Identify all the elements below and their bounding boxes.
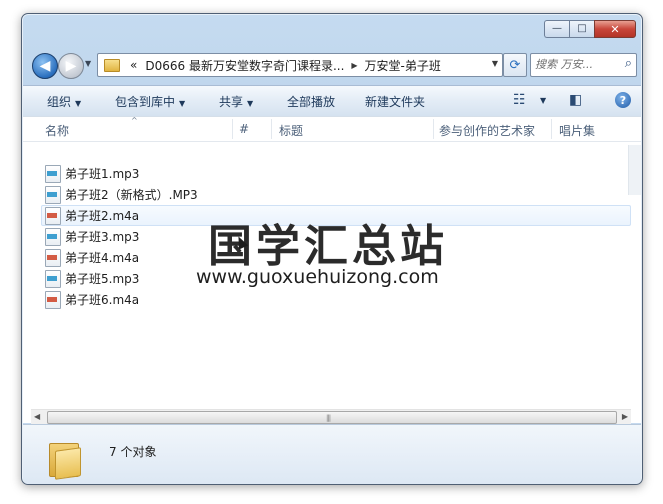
address-dropdown-icon[interactable]: ▼ [492,59,498,68]
column-header-album[interactable]: 唱片集 [559,122,595,139]
mp3-file-icon [45,227,61,246]
column-header-number[interactable]: # [239,122,249,136]
mp3-file-icon [45,269,61,288]
minimize-button[interactable]: — [544,20,569,38]
include-in-library-button[interactable]: 包含到库中 ▼ [115,93,185,110]
back-arrow-icon: ◀ [39,58,51,74]
file-name: 弟子班2（新格式）.MP3 [65,188,198,202]
breadcrumb-separator-icon[interactable]: ▶ [348,61,360,70]
view-dropdown-icon[interactable]: ▼ [540,96,546,105]
new-folder-button[interactable]: 新建文件夹 [365,93,425,110]
file-name: 弟子班4.m4a [65,251,140,265]
preview-pane-button[interactable]: ◧ [569,92,582,108]
column-divider[interactable] [551,119,552,139]
file-name: 弟子班1.mp3 [65,167,140,181]
breadcrumb-current[interactable]: 万安堂-弟子班 [361,57,445,74]
mp3-file-icon [45,164,61,183]
share-button[interactable]: 共享 ▼ [219,93,253,110]
file-name: 弟子班6.m4a [65,293,140,307]
navigation-bar: ◀ ▶ ▼ « D0666 最新万安堂数字奇门课程录... ▶ 万安堂-弟子班 … [29,50,637,80]
command-bar: 组织 ▼ 包含到库中 ▼ 共享 ▼ 全部播放 新建文件夹 ☷ ▼ ◧ ? [23,85,641,117]
column-divider[interactable] [271,119,272,139]
scroll-right-icon[interactable]: ▶ [622,412,628,421]
play-all-button[interactable]: 全部播放 [287,93,335,110]
column-header-artists[interactable]: 参与创作的艺术家 [439,122,535,139]
watermark-url: www.guoxuehuizong.com [196,266,439,288]
m4a-file-icon [45,206,61,225]
file-row[interactable]: 弟子班6.m4a [45,289,635,310]
refresh-icon: ⟳ [509,57,521,73]
details-pane: 7 个对象 [23,424,641,484]
back-button[interactable]: ◀ [32,53,58,79]
column-header-name[interactable]: 名称 [45,122,69,139]
help-icon: ? [619,93,627,107]
close-button[interactable]: ✕ [594,20,636,38]
change-view-button[interactable]: ☷ [513,92,526,108]
refresh-button[interactable]: ⟳ [503,53,527,77]
breadcrumb-parent[interactable]: D0666 最新万安堂数字奇门课程录... [141,57,348,74]
folder-icon [49,439,81,480]
caption-buttons: — □ ✕ [544,20,636,38]
item-count: 7 个对象 [109,445,157,459]
search-box[interactable]: ⌕ [530,53,637,77]
chevron-down-icon: ▼ [179,99,186,108]
column-divider[interactable] [433,119,434,139]
chevron-down-icon: ▼ [247,99,254,108]
recent-pages-dropdown[interactable]: ▼ [85,59,91,68]
help-button[interactable]: ? [615,92,631,108]
organize-button[interactable]: 组织 ▼ [47,93,81,110]
chevron-down-icon: ▼ [75,99,82,108]
forward-button[interactable]: ▶ [58,53,84,79]
address-bar[interactable]: « D0666 最新万安堂数字奇门课程录... ▶ 万安堂-弟子班 ▼ [97,53,503,77]
column-headers: 名称 ^ # 标题 参与创作的艺术家 唱片集 [23,116,641,142]
search-icon[interactable]: ⌕ [625,56,632,71]
mp3-file-icon [45,185,61,204]
scrollbar-thumb[interactable]: ||| [47,411,617,424]
share-label: 共享 [219,95,244,109]
folder-icon [104,58,120,72]
column-divider[interactable] [232,119,233,139]
search-input[interactable] [535,56,611,72]
scroll-left-icon[interactable]: ◀ [34,412,40,421]
organize-label: 组织 [47,95,72,109]
column-header-title[interactable]: 标题 [279,122,303,139]
m4a-file-icon [45,248,61,267]
file-name: 弟子班3.mp3 [65,230,140,244]
file-row[interactable]: 弟子班1.mp3 [45,163,635,184]
file-name: 弟子班2.m4a [65,209,140,223]
sort-arrow-icon: ^ [131,116,138,125]
include-in-library-label: 包含到库中 [115,95,176,109]
breadcrumb-overflow[interactable]: « [126,58,141,72]
m4a-file-icon [45,290,61,309]
horizontal-scrollbar[interactable]: ◀ ||| ▶ [31,409,631,424]
maximize-button[interactable]: □ [569,20,594,38]
preview-pane-icon: ◧ [569,92,583,108]
file-row[interactable]: 弟子班2（新格式）.MP3 [45,184,635,205]
grip-icon: ||| [326,414,331,422]
forward-arrow-icon: ▶ [65,58,77,74]
file-name: 弟子班5.mp3 [65,272,140,286]
view-list-icon: ☷ [513,92,526,108]
